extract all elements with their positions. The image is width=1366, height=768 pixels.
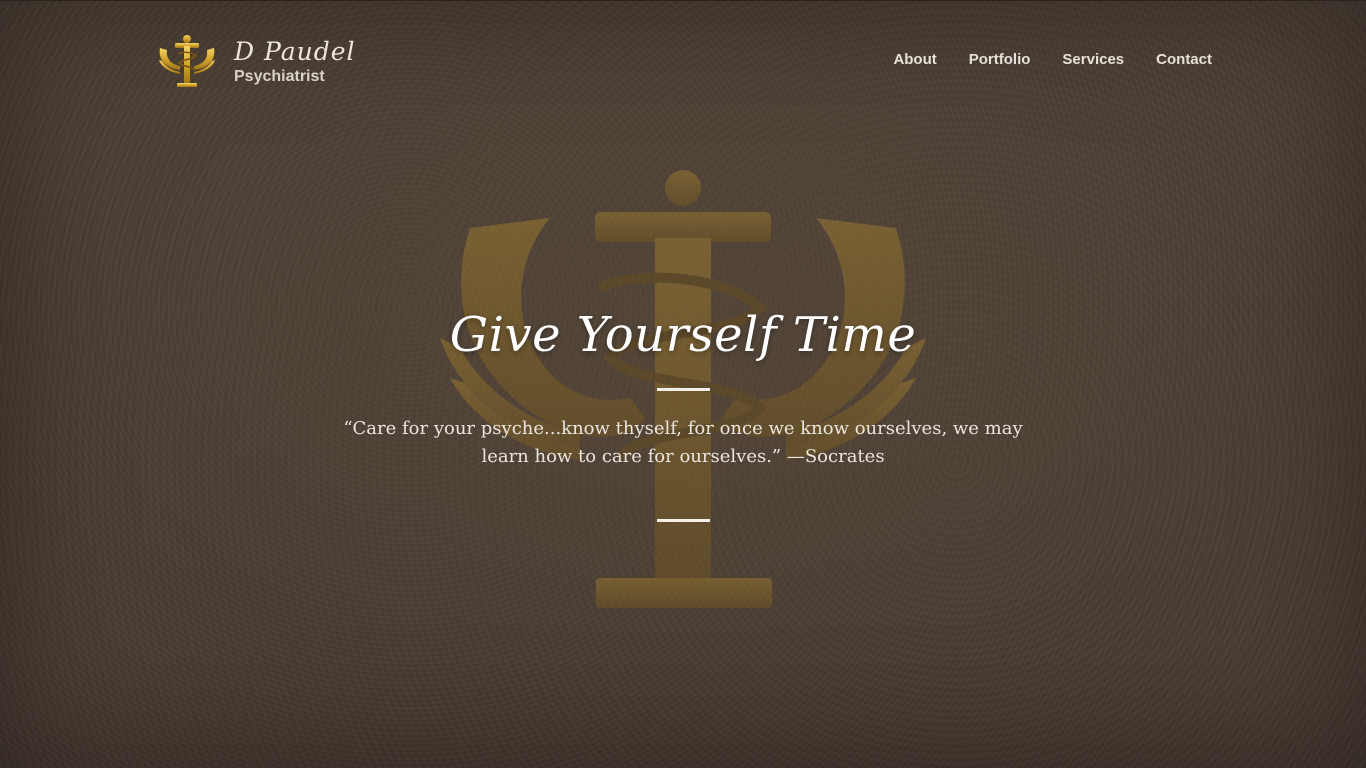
hero-quote: “Care for your psyche...know thyself, fo…: [343, 418, 1023, 467]
brand-tagline: Psychiatrist: [234, 68, 325, 85]
brand-home-link[interactable]: D Paudel Psychiatrist: [158, 34, 356, 90]
site-header: D Paudel Psychiatrist About Portfolio Se…: [158, 34, 1212, 90]
nav-item-about[interactable]: About: [893, 51, 936, 68]
top-border: [0, 0, 1366, 1]
main-nav: About Portfolio Services Contact: [893, 51, 1212, 68]
nav-item-portfolio[interactable]: Portfolio: [969, 51, 1031, 68]
hero-divider-top: [656, 388, 710, 391]
nav-item-services[interactable]: Services: [1062, 51, 1124, 68]
hero-section: Give Yourself Time “Care for your psyche…: [0, 300, 1366, 522]
hero-title: Give Yourself Time: [449, 307, 917, 363]
psi-caduceus-icon: [159, 35, 215, 87]
brand-text: D Paudel Psychiatrist: [234, 38, 356, 88]
hero-divider-bottom: [656, 519, 710, 522]
brand-name: D Paudel: [234, 37, 356, 66]
nav-item-contact[interactable]: Contact: [1156, 51, 1212, 68]
